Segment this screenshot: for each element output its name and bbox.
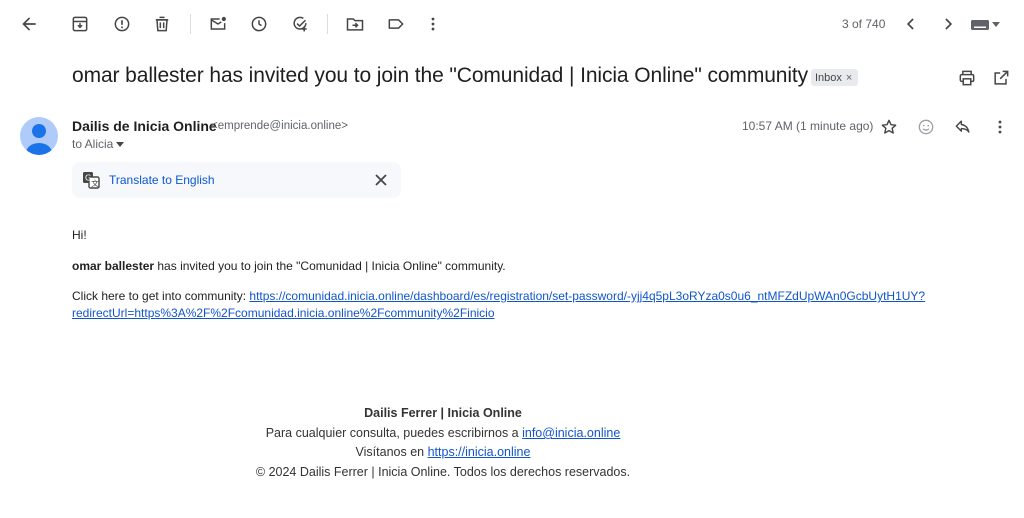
open-new-window-button[interactable]	[989, 66, 1013, 90]
page-count: 3 of 740	[842, 17, 886, 31]
keyboard-icon	[971, 20, 989, 30]
community-link-paragraph: Click here to get into community: https:…	[72, 289, 925, 303]
reply-button[interactable]	[951, 115, 975, 139]
svg-text:文: 文	[91, 178, 99, 188]
community-link[interactable]: https://comunidad.inicia.online/dashboar…	[249, 289, 925, 303]
footer-copyright: © 2024 Dailis Ferrer | Inicia Online. To…	[255, 465, 631, 479]
sender-email: <emprende@inicia.online>	[211, 120, 348, 132]
snooze-icon	[251, 16, 267, 32]
visit-text: Visítanos en	[355, 445, 428, 459]
invite-paragraph: omar ballester has invited you to join t…	[72, 259, 506, 273]
label-button[interactable]	[384, 12, 408, 36]
translate-icon: G 文	[83, 172, 100, 189]
message-more-button[interactable]	[988, 115, 1012, 139]
delete-icon	[155, 16, 169, 32]
community-link-continued: redirectUrl=https%3A%2F%2Fcomunidad.inic…	[72, 306, 495, 320]
invite-text: has invited you to join the "Comunidad |…	[154, 259, 506, 273]
star-button[interactable]	[877, 115, 901, 139]
star-icon	[881, 119, 897, 134]
click-text: Click here to get into community:	[72, 289, 250, 303]
mark-unread-icon	[210, 16, 226, 30]
chevron-right-icon	[945, 18, 953, 30]
open-in-new-icon	[994, 70, 1009, 85]
add-to-tasks-button[interactable]	[288, 12, 312, 36]
chevron-left-icon	[906, 18, 914, 30]
emoji-icon	[918, 119, 934, 135]
archive-button[interactable]	[68, 12, 92, 36]
contact-email-link[interactable]: info@inicia.online	[522, 426, 620, 440]
translate-bar: G 文 Translate to English	[72, 162, 401, 198]
label-icon	[388, 19, 404, 29]
reply-icon	[955, 120, 970, 133]
move-to-icon	[346, 18, 364, 31]
sender-avatar[interactable]	[20, 117, 58, 155]
print-button[interactable]	[955, 66, 979, 90]
caret-down-icon	[116, 141, 125, 147]
email-subject: omar ballester has invited you to join t…	[72, 64, 809, 87]
contact-text: Para cualquier consulta, puedes escribir…	[265, 426, 523, 440]
community-link-line-2[interactable]: redirectUrl=https%3A%2F%2Fcomunidad.inic…	[72, 306, 495, 320]
more-vert-icon	[998, 120, 1002, 134]
move-to-button[interactable]	[343, 12, 367, 36]
label-chip-text: Inbox	[815, 71, 842, 84]
caret-down-icon	[992, 22, 1000, 27]
newer-button[interactable]	[899, 12, 923, 36]
arrow-left-icon	[22, 17, 36, 31]
inbox-label-chip[interactable]: Inbox ×	[811, 69, 859, 86]
sender-name: Dailis de Inicia Online	[72, 118, 217, 134]
person-icon	[26, 124, 52, 155]
email-timestamp: 10:57 AM (1 minute ago)	[742, 119, 874, 133]
add-to-tasks-icon	[293, 16, 307, 32]
translate-link[interactable]: Translate to English	[109, 173, 215, 187]
toolbar-divider	[327, 14, 328, 34]
report-spam-button[interactable]	[110, 12, 134, 36]
footer-contact: Para cualquier consulta, puedes escribir…	[0, 426, 886, 440]
toolbar-divider	[190, 14, 191, 34]
snooze-button[interactable]	[247, 12, 271, 36]
back-button[interactable]	[17, 12, 41, 36]
more-options-button[interactable]	[421, 12, 445, 36]
recipient-details[interactable]: to Alicia	[72, 137, 125, 151]
more-vert-icon	[431, 17, 435, 31]
older-button[interactable]	[936, 12, 960, 36]
report-spam-icon	[114, 16, 130, 32]
input-tools-button[interactable]	[971, 17, 1007, 33]
recipient-text: to Alicia	[72, 137, 114, 151]
delete-button[interactable]	[150, 12, 174, 36]
archive-icon	[72, 16, 88, 32]
add-reaction-button[interactable]	[914, 115, 938, 139]
inviter-name: omar ballester	[72, 259, 155, 273]
print-icon	[959, 70, 975, 86]
greeting: Hi!	[72, 228, 87, 242]
footer-company: Dailis Ferrer | Inicia Online	[364, 406, 522, 420]
close-icon[interactable]	[375, 174, 387, 186]
footer-visit: Visítanos en https://inicia.online	[0, 445, 886, 459]
remove-label-icon[interactable]: ×	[846, 72, 852, 84]
mark-unread-button[interactable]	[206, 12, 230, 36]
website-link[interactable]: https://inicia.online	[428, 445, 531, 459]
